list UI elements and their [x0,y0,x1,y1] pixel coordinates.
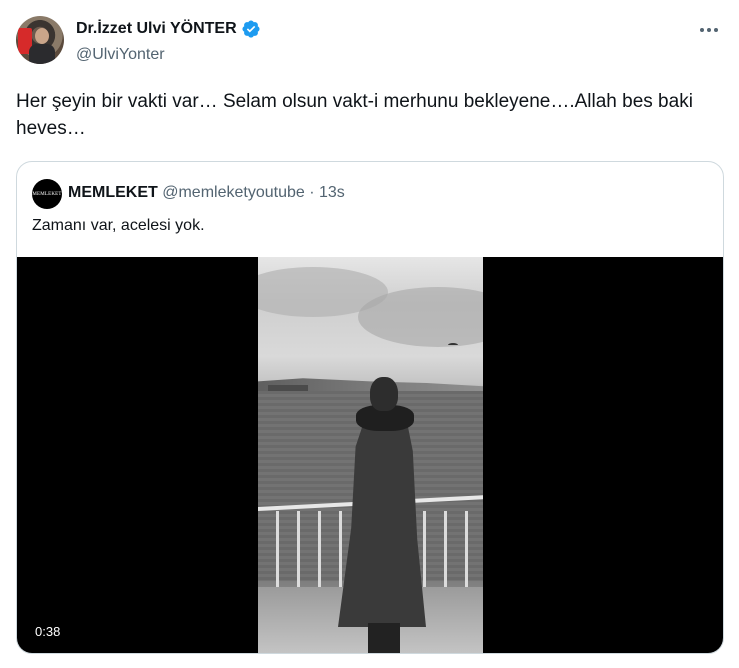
more-options-icon[interactable] [697,20,721,40]
quoted-meta[interactable]: @memleketyoutube · 13s [162,184,345,201]
quoted-author-name[interactable]: MEMLEKET [68,184,158,201]
author-name[interactable]: Dr.İzzet Ulvi YÖNTER [76,19,261,39]
tweet-text: Her şeyin bir vakti var… Selam olsun vak… [16,91,693,139]
verified-badge-icon [242,20,260,38]
quoted-text: Zamanı var, acelesi yok. [32,217,205,234]
man-head [370,377,398,411]
dot [707,28,711,32]
author-name-text[interactable]: Dr.İzzet Ulvi YÖNTER [76,19,237,39]
man-legs [368,623,400,653]
dot [714,28,718,32]
quoted-avatar[interactable]: MEMLEKET [32,179,62,209]
author-handle[interactable]: @UlviYonter [76,45,165,65]
bird [448,343,458,347]
quoted-tweet-card[interactable]: MEMLEKET MEMLEKET @memleketyoutube · 13s… [16,161,724,654]
author-avatar[interactable] [16,16,64,64]
avatar-suit [29,44,55,64]
quoted-avatar-logo: MEMLEKET [32,191,62,197]
video-frame [258,257,483,653]
avatar-face [35,28,49,44]
dot [700,28,704,32]
video-duration: 0:38 [30,622,66,642]
quoted-header: MEMLEKET @memleketyoutube · 13s [68,182,345,204]
video-player[interactable]: 0:38 [17,257,723,653]
